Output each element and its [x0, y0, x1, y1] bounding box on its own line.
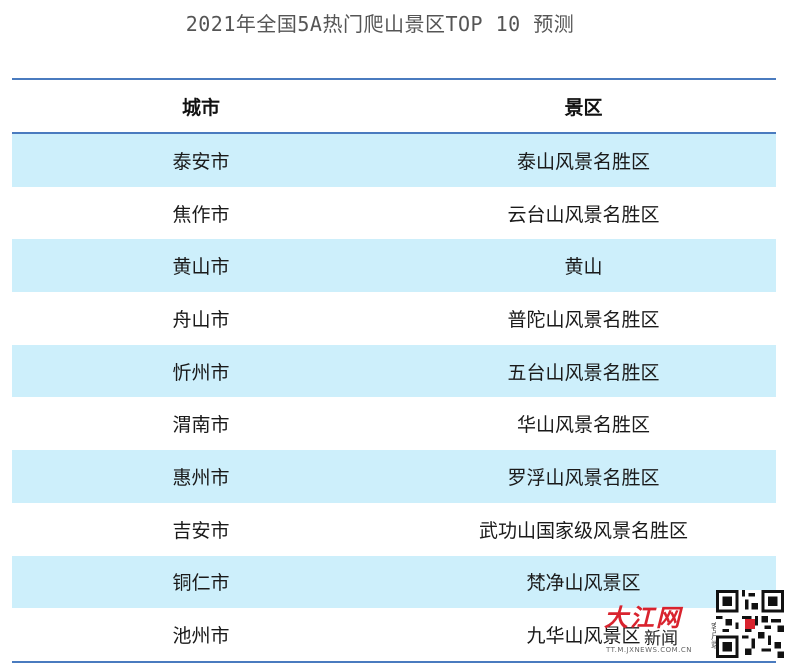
cell-site: 泰山风景名胜区: [516, 150, 650, 173]
cell-city: 黄山市: [172, 256, 230, 279]
cell-city: 吉安市: [172, 519, 230, 542]
header-site: 景区: [564, 96, 603, 119]
table-row: 黄山市 黄山: [12, 239, 776, 293]
cell-site: 华山风景名胜区: [516, 414, 650, 437]
header-city: 城市: [181, 96, 220, 119]
cell-city: 焦作市: [172, 203, 230, 226]
table-bottom-rule: [12, 660, 776, 663]
table-row: 惠州市 罗浮山风景名胜区: [12, 450, 776, 503]
table-header: 城市 景区: [12, 80, 776, 132]
table-row: 焦作市 云台山风景名胜区: [12, 187, 776, 240]
table-row: 忻州市 五台山风景名胜区: [12, 344, 776, 398]
table-row: 渭南市 华山风景名胜区: [12, 397, 776, 450]
table-row: 舟山市 普陀山风景名胜区: [12, 292, 776, 345]
cell-site: 五台山风景名胜区: [507, 361, 660, 384]
cell-city: 忻州市: [172, 361, 230, 384]
page-title: 2021年全国5A热门爬山景区TOP 10 预测: [185, 12, 575, 36]
cell-site: 普陀山风景名胜区: [507, 308, 660, 331]
cell-city: 惠州市: [172, 466, 230, 489]
table-row: 泰安市 泰山风景名胜区: [12, 134, 776, 187]
qr-code-icon: [716, 590, 784, 658]
cell-site: 罗浮山风景名胜区: [507, 466, 660, 489]
cell-city: 池州市: [172, 625, 230, 648]
cell-city: 泰安市: [172, 150, 230, 173]
ranking-table: 城市 景区 泰安市 泰山风景名胜区 焦作市 云台山风景名胜区 黄山市 黄山 舟山…: [12, 78, 776, 663]
cell-city: 渭南市: [172, 414, 230, 437]
watermark: 大江网 新闻 客户端 TT.M.JXNEWS.COM.CN: [604, 598, 724, 654]
cell-site: 黄山: [564, 256, 603, 279]
cell-city: 铜仁市: [172, 572, 230, 595]
cell-city: 舟山市: [172, 308, 230, 331]
watermark-url: TT.M.JXNEWS.COM.CN: [606, 646, 692, 654]
cell-site: 武功山国家级风景名胜区: [478, 519, 688, 542]
cell-site: 云台山风景名胜区: [507, 203, 660, 226]
table-row: 吉安市 武功山国家级风景名胜区: [12, 503, 776, 556]
